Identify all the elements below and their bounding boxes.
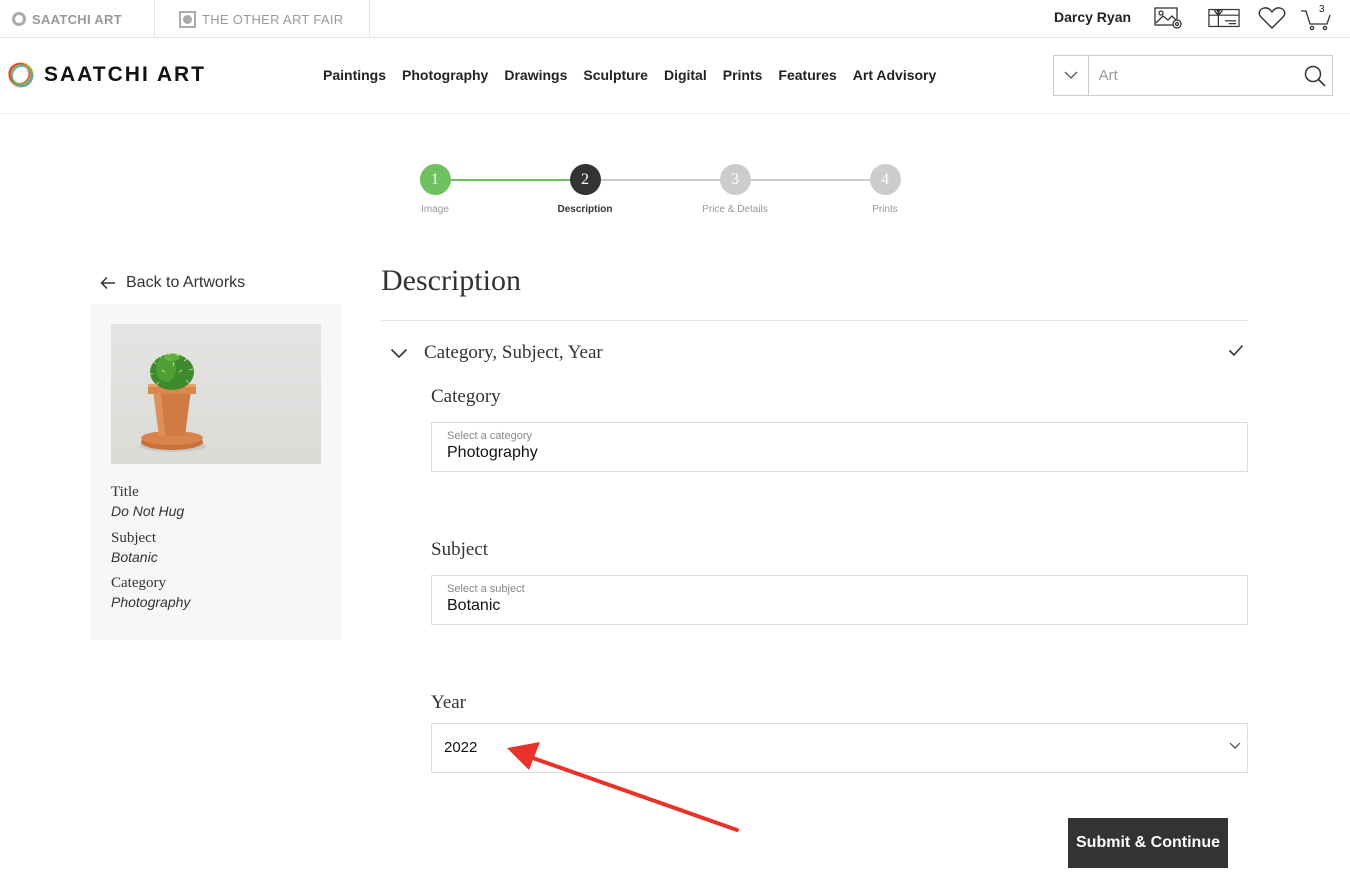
nav-art-advisory[interactable]: Art Advisory <box>853 67 937 83</box>
form-divider <box>381 320 1248 321</box>
search-box <box>1053 55 1333 96</box>
main-nav: Paintings Photography Drawings Sculpture… <box>323 67 936 83</box>
other-art-fair-tab-label: THE OTHER ART FAIR <box>202 11 344 27</box>
artwork-summary-card: Title Do Not Hug Subject Botanic Categor… <box>91 304 341 640</box>
nav-sculpture[interactable]: Sculpture <box>583 67 648 83</box>
year-select[interactable]: 2022 <box>431 723 1248 773</box>
category-label: Category <box>431 386 501 407</box>
search-button[interactable] <box>1298 56 1332 95</box>
step-label: Prints <box>872 204 898 215</box>
artist-studio-icon[interactable] <box>1152 4 1184 32</box>
arrow-left-icon <box>100 276 115 290</box>
section-title: Category, Subject, Year <box>424 342 603 363</box>
step-label: Description <box>557 204 613 215</box>
subject-select[interactable]: Select a subject Botanic <box>431 575 1248 625</box>
cactus-pot-image <box>140 351 206 452</box>
step-price-details[interactable]: 3 Price & Details <box>675 164 795 215</box>
checkmark-icon <box>1228 344 1244 357</box>
saatchi-logo-rings-icon <box>8 62 34 88</box>
step-prints[interactable]: 4 Prints <box>825 164 945 215</box>
step-label: Image <box>421 204 449 215</box>
back-to-artworks-label: Back to Artworks <box>126 274 246 291</box>
saatchi-art-tab[interactable]: SAATCHI ART <box>12 0 122 38</box>
step-number: 4 <box>869 164 901 195</box>
chevron-down-icon <box>1229 742 1241 749</box>
meta-value: Photography <box>111 594 191 610</box>
step-number: 2 <box>569 164 601 195</box>
category-select[interactable]: Select a category Photography <box>431 422 1248 472</box>
meta-value: Botanic <box>111 549 158 565</box>
nav-prints[interactable]: Prints <box>723 67 763 83</box>
nav-paintings[interactable]: Paintings <box>323 67 386 83</box>
saatchi-art-logo[interactable]: SAATCHI ART <box>6 60 206 90</box>
cart-icon[interactable]: 3 <box>1300 4 1332 32</box>
utility-bar: SAATCHI ART THE OTHER ART FAIR Darcy Rya… <box>0 0 1350 38</box>
artwork-title-meta: Title Do Not Hug <box>111 484 184 519</box>
step-number: 1 <box>419 164 451 195</box>
favorites-heart-icon[interactable] <box>1256 4 1288 32</box>
main-header: SAATCHI ART Paintings Photography Drawin… <box>0 38 1350 114</box>
other-art-fair-icon <box>179 10 196 28</box>
user-name-link[interactable]: Darcy Ryan <box>1054 9 1131 25</box>
upload-stepper: 1 Image 2 Description 3 Price & Details … <box>0 160 1350 230</box>
meta-label: Subject <box>111 530 156 546</box>
step-number: 3 <box>719 164 751 195</box>
saatchi-ring-icon <box>12 12 26 26</box>
logo-text: SAATCHI ART <box>44 63 206 86</box>
other-art-fair-tab[interactable]: THE OTHER ART FAIR <box>154 0 371 38</box>
chevron-down-icon <box>1064 71 1078 79</box>
step-label: Price & Details <box>702 204 768 215</box>
nav-photography[interactable]: Photography <box>402 67 488 83</box>
search-icon <box>1304 65 1326 87</box>
submit-continue-button[interactable]: Submit & Continue <box>1068 818 1228 868</box>
subject-hint: Select a subject <box>447 583 525 595</box>
meta-label: Title <box>111 484 139 500</box>
step-image[interactable]: 1 Image <box>375 164 495 215</box>
year-value: 2022 <box>444 739 478 756</box>
chevron-down-icon <box>390 348 408 358</box>
cart-count-badge: 3 <box>1319 4 1325 15</box>
category-hint: Select a category <box>447 430 532 442</box>
nav-features[interactable]: Features <box>778 67 836 83</box>
nav-digital[interactable]: Digital <box>664 67 707 83</box>
search-input[interactable] <box>1088 56 1298 95</box>
artwork-category-meta: Category Photography <box>111 575 190 610</box>
subject-value: Botanic <box>447 597 501 614</box>
saatchi-art-tab-label: SAATCHI ART <box>32 11 122 27</box>
artwork-thumbnail <box>111 324 321 464</box>
meta-label: Category <box>111 575 166 591</box>
search-type-dropdown[interactable] <box>1054 56 1089 95</box>
year-label: Year <box>431 692 467 713</box>
nav-drawings[interactable]: Drawings <box>504 67 567 83</box>
subject-label: Subject <box>431 539 488 560</box>
page-title: Description <box>381 264 521 297</box>
meta-value: Do Not Hug <box>111 503 185 519</box>
back-to-artworks-link[interactable]: Back to Artworks <box>100 274 245 292</box>
gift-card-icon[interactable] <box>1208 4 1240 32</box>
section-toggle-category-subject-year[interactable]: Category, Subject, Year <box>390 340 1248 366</box>
category-value: Photography <box>447 444 538 461</box>
step-description[interactable]: 2 Description <box>525 164 645 215</box>
artwork-subject-meta: Subject Botanic <box>111 530 158 565</box>
